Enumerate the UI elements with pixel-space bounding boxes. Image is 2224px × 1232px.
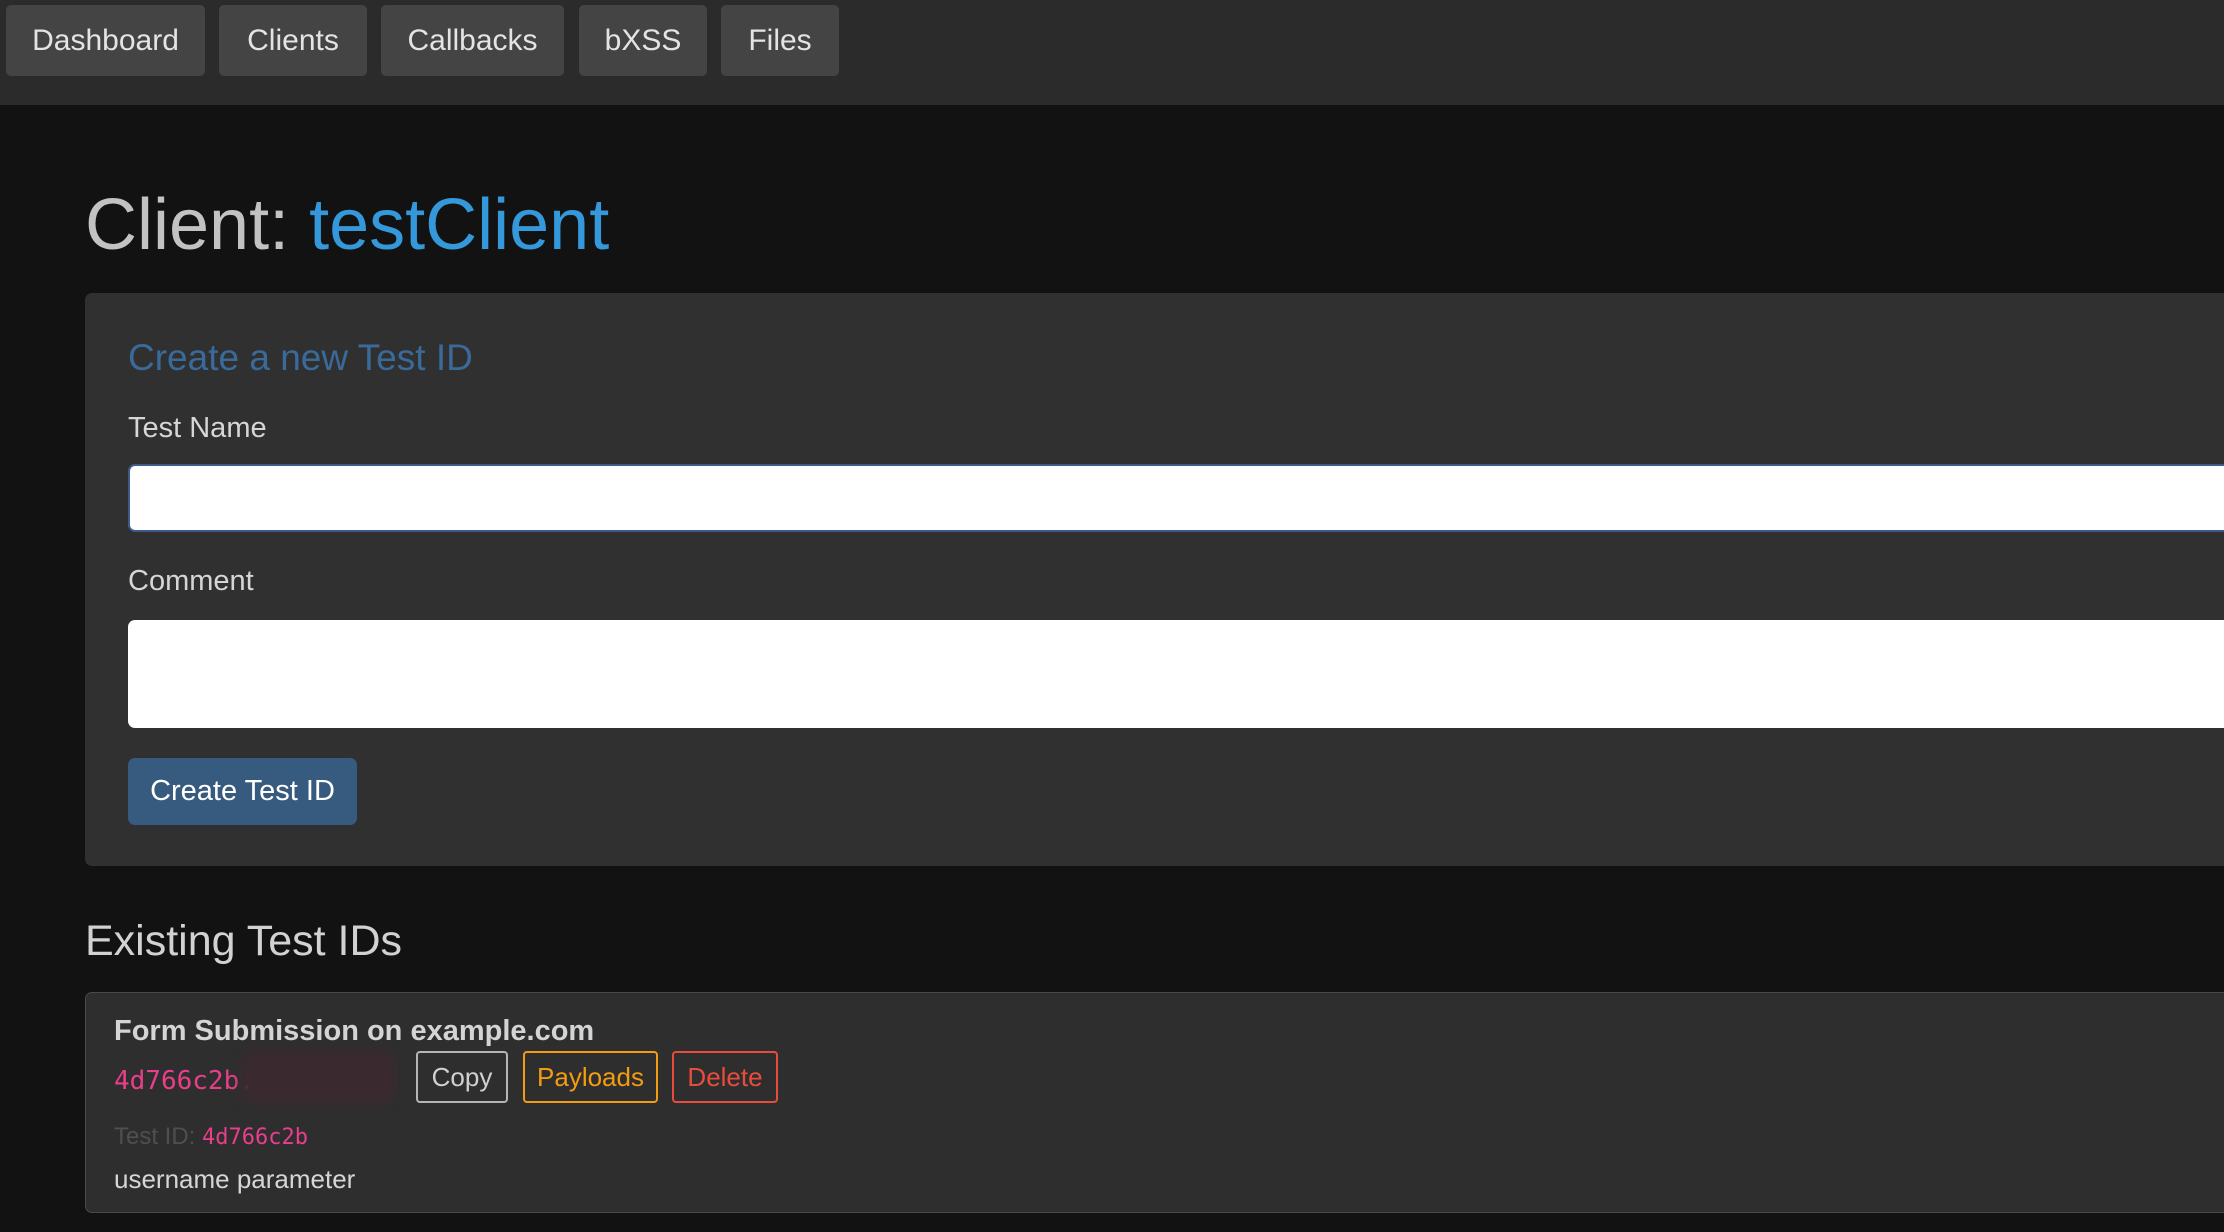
nav-callbacks-button[interactable]: Callbacks: [381, 5, 564, 76]
test-name-label: Test Name: [128, 412, 267, 444]
callback-domain: 4d766c2b.: [114, 1066, 255, 1096]
test-id-label: Test ID:: [114, 1123, 196, 1150]
redacted-domain: [241, 1051, 396, 1103]
nav-files-button[interactable]: Files: [721, 5, 839, 76]
comment-label: Comment: [128, 565, 254, 597]
create-test-id-button[interactable]: Create Test ID: [128, 758, 357, 825]
comment-textarea[interactable]: [128, 620, 2224, 728]
nav-dashboard-button[interactable]: Dashboard: [6, 5, 205, 76]
test-id-line: Test ID: 4d766c2b: [114, 1121, 308, 1154]
nav-clients-button[interactable]: Clients: [219, 5, 367, 76]
page-title: Client: testClient: [85, 180, 609, 270]
create-test-id-card: Create a new Test ID Test Name Comment C…: [85, 293, 2224, 866]
test-name: Form Submission on example.com: [114, 1015, 595, 1047]
payloads-button[interactable]: Payloads: [523, 1051, 658, 1103]
test-name-input[interactable]: [128, 464, 2224, 532]
copy-button[interactable]: Copy: [416, 1051, 508, 1103]
top-navbar: Dashboard Clients Callbacks bXSS Files: [0, 0, 2224, 105]
nav-bxss-button[interactable]: bXSS: [579, 5, 707, 76]
test-comment: username parameter: [114, 1164, 356, 1194]
create-test-id-title: Create a new Test ID: [128, 337, 473, 378]
client-name: testClient: [309, 185, 610, 265]
test-id-value: 4d766c2b: [202, 1125, 308, 1150]
test-id-card: Form Submission on example.com 4d766c2b.…: [85, 992, 2224, 1213]
delete-button[interactable]: Delete: [672, 1051, 778, 1103]
existing-test-ids-heading: Existing Test IDs: [85, 917, 403, 965]
page-title-prefix: Client:: [85, 185, 310, 265]
